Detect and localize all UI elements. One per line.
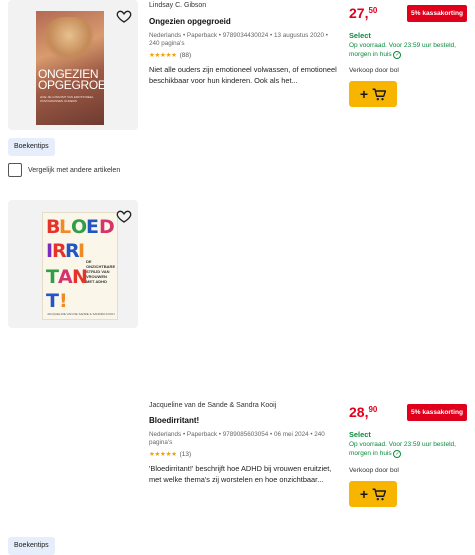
product-title-link[interactable]: Ongezien opgegroeid [149,17,231,26]
compare-checkbox[interactable]: Vergelijk met andere artikelen [8,163,120,177]
select-label: Select [349,31,371,40]
product-description: Niet alle ouders zijn emotioneel volwass… [149,65,337,85]
product-meta-info: Nederlands • Paperback • 9789085603054 •… [149,431,325,446]
plus-icon: + [359,86,369,102]
cover-title-text: ONGEZIEN OPGEGROEID [38,67,104,92]
product-author-link[interactable]: Lindsay C. Gibson [149,2,206,9]
checkbox-icon[interactable] [8,163,22,177]
book-cover-image[interactable]: B L O E D I R R I T A N T ! DE ONZICHTBA… [42,212,118,320]
availability-label: Op voorraad. Voor 23:59 uur besteld, mor… [349,42,456,58]
product-rating[interactable]: ★★★★★ (88) [149,51,192,60]
product-price: 28,90 [349,404,377,420]
discount-badge: 5% kassakorting [407,5,467,22]
review-count: (13) [179,450,192,458]
product-image-container[interactable]: ONGEZIEN OPGEGROEID HOE JE LOSKOMT VAN E… [8,0,138,130]
plus-icon: + [359,486,369,502]
add-to-cart-button[interactable]: + [349,481,397,507]
cover-artwork [44,17,94,63]
check-circle-icon: ✓ [393,449,402,458]
cover-subtitle-text: DE ONZICHTBARE STRIJD VAN VROUWEN MET AD… [86,259,116,284]
review-count: (88) [179,51,192,59]
wishlist-heart-icon[interactable] [116,8,132,24]
book-cover-image[interactable]: ONGEZIEN OPGEGROEID HOE JE LOSKOMT VAN E… [36,11,104,125]
add-to-cart-button[interactable]: + [349,81,397,107]
star-rating-icon: ★★★★★ [149,52,177,59]
product-rating[interactable]: ★★★★★ (13) [149,450,192,459]
star-rating-icon: ★★★★★ [149,451,177,458]
boekentips-badge[interactable]: Boekentips [8,138,55,156]
select-label: Select [349,430,371,439]
seller-info: Verkoop door bol [349,67,399,74]
boekentips-badge[interactable]: Boekentips [8,537,55,555]
price-cents: 50 [368,6,378,15]
product-description: 'Bloedirritant!' beschrijft hoe ADHD bij… [149,464,332,484]
availability-text: Op voorraad. Voor 23:59 uur besteld, mor… [349,42,469,59]
price-whole: 27, [349,5,369,21]
availability-text: Op voorraad. Voor 23:59 uur besteld, mor… [349,441,469,458]
product-image-container[interactable]: B L O E D I R R I T A N T ! DE ONZICHTBA… [8,200,138,328]
wishlist-heart-icon[interactable] [116,208,132,224]
price-cents: 90 [368,405,378,414]
cover-subtitle-text: HOE JE LOSKOMT VAN EMOTIONEEL ONVOLWASSE… [40,95,94,103]
seller-info: Verkoop door bol [349,467,399,474]
product-title-link[interactable]: Bloedirritant! [149,416,199,425]
shopping-cart-icon [372,88,387,100]
price-whole: 28, [349,404,369,420]
check-circle-icon: ✓ [393,50,402,59]
availability-label: Op voorraad. Voor 23:59 uur besteld, mor… [349,441,456,457]
compare-label: Vergelijk met andere artikelen [28,166,121,174]
product-price: 27,50 [349,5,377,21]
product-meta-info: Nederlands • Paperback • 9789034430024 •… [149,32,328,47]
discount-badge: 5% kassakorting [407,404,467,421]
product-author-link[interactable]: Jacqueline van de Sande & Sandra Kooij [149,402,276,409]
cover-authors-text: JACQUELINE VAN DE SANDE & SANDRA KOOIJ [47,312,115,316]
shopping-cart-icon [372,488,387,500]
